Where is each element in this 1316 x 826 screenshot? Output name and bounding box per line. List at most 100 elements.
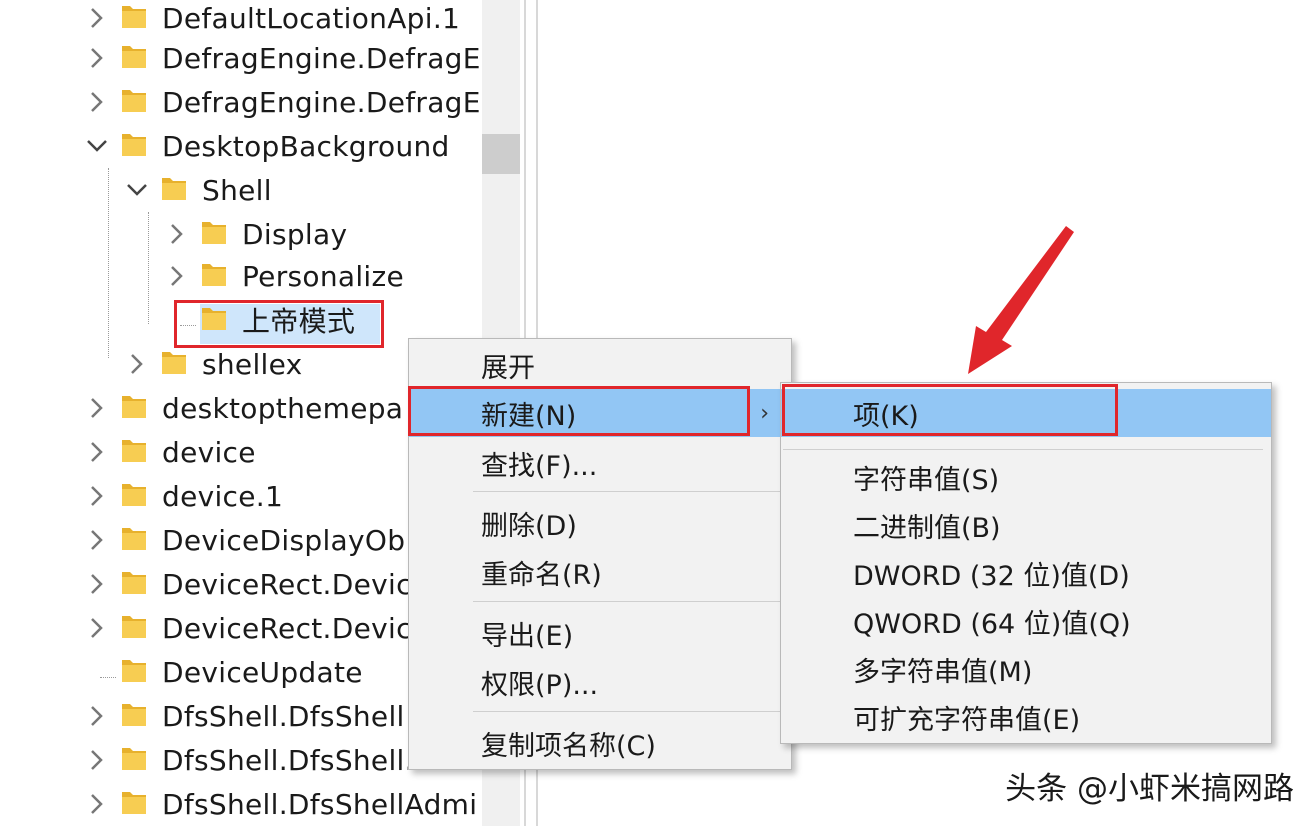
- tree-node[interactable]: desktopthemepa: [84, 386, 403, 430]
- folder-icon: [110, 522, 162, 559]
- submenu-item-qword-value[interactable]: QWORD (64 位)值(Q): [781, 597, 1271, 645]
- tree-node[interactable]: DefaultLocationApi.1: [84, 0, 460, 40]
- tree-node-label: DfsShell.DfsShellAdmi: [162, 787, 478, 821]
- folder-icon: [110, 0, 162, 37]
- tree-node-label: desktopthemepa: [162, 391, 404, 425]
- chevron-right-icon[interactable]: [84, 474, 110, 518]
- chevron-right-icon[interactable]: [84, 782, 110, 826]
- folder-icon: [110, 698, 162, 735]
- menu-item-permissions[interactable]: 权限(P)...: [409, 658, 791, 706]
- tree-node-label: 上帝模式: [242, 305, 356, 338]
- tree-node-label: DefaultLocationApi.1: [162, 1, 461, 35]
- tree-node[interactable]: device: [84, 430, 256, 474]
- folder-icon: [110, 434, 162, 471]
- menu-item-label: 项(K): [853, 400, 919, 432]
- chevron-down-icon[interactable]: [84, 124, 110, 168]
- chevron-right-icon[interactable]: [84, 0, 110, 40]
- submenu-item-string-value[interactable]: 字符串值(S): [781, 453, 1271, 501]
- menu-item-label: 权限(P)...: [481, 669, 599, 701]
- tree-node[interactable]: DefragEngine.DefragE: [84, 36, 481, 80]
- folder-icon: [110, 610, 162, 647]
- chevron-right-icon[interactable]: [84, 80, 110, 124]
- new-submenu: 项(K) 字符串值(S) 二进制值(B) DWORD (32 位)值(D) QW…: [780, 382, 1272, 744]
- menu-item-export[interactable]: 导出(E): [409, 609, 791, 657]
- context-menu: 展开 新建(N) › 查找(F)... 删除(D) 重命名(R) 导出(E) 权…: [408, 338, 792, 770]
- menu-item-label: 查找(F)...: [481, 450, 598, 482]
- chevron-right-icon[interactable]: [84, 738, 110, 782]
- menu-item-label: DWORD (32 位)值(D): [853, 560, 1130, 592]
- chevron-right-icon[interactable]: [84, 694, 110, 738]
- menu-item-rename[interactable]: 重命名(R): [409, 548, 791, 596]
- menu-item-copy-key-name[interactable]: 复制项名称(C): [409, 719, 791, 767]
- menu-item-label: 重命名(R): [481, 559, 602, 591]
- folder-icon: [110, 40, 162, 77]
- folder-icon: [110, 742, 162, 779]
- menu-item-expand[interactable]: 展开: [409, 341, 791, 389]
- chevron-down-icon[interactable]: [124, 168, 150, 212]
- submenu-arrow-icon: ›: [760, 400, 769, 426]
- tree-node[interactable]: DeviceUpdate: [84, 650, 363, 694]
- folder-icon: [110, 390, 162, 427]
- chevron-right-icon[interactable]: [84, 430, 110, 474]
- tree-node[interactable]: shellex: [124, 342, 303, 386]
- menu-item-find[interactable]: 查找(F)...: [409, 439, 791, 487]
- tree-connector: [84, 650, 110, 694]
- tree-node[interactable]: Display: [164, 212, 347, 256]
- tree-guide-line: [148, 212, 149, 324]
- tree-node-label: Shell: [202, 173, 272, 207]
- chevron-right-icon[interactable]: [124, 342, 150, 386]
- tree-node[interactable]: DesktopBackground: [84, 124, 450, 168]
- chevron-right-icon[interactable]: [84, 36, 110, 80]
- folder-icon: [190, 216, 242, 253]
- watermark: 头条 @小虾米搞网路: [1005, 771, 1294, 807]
- chevron-right-icon[interactable]: [84, 386, 110, 430]
- menu-item-label: 复制项名称(C): [481, 730, 656, 762]
- tree-node[interactable]: DeviceRect.Devic: [84, 606, 412, 650]
- tree-node[interactable]: DeviceDisplayOb: [84, 518, 405, 562]
- tree-node-label: DfsShell.DfsShell: [162, 699, 405, 733]
- annotation-arrow-icon: [968, 226, 1074, 374]
- tree-node-label: DesktopBackground: [162, 129, 450, 163]
- tree-node-label: DeviceUpdate: [162, 655, 363, 689]
- tree-guide-line: [108, 168, 109, 358]
- chevron-right-icon[interactable]: [84, 562, 110, 606]
- menu-item-new[interactable]: 新建(N) ›: [409, 389, 791, 437]
- submenu-item-binary-value[interactable]: 二进制值(B): [781, 501, 1271, 549]
- tree-node[interactable]: Shell: [124, 168, 272, 212]
- folder-icon: [110, 654, 162, 691]
- menu-separator: [783, 449, 1263, 450]
- chevron-right-icon[interactable]: [84, 606, 110, 650]
- tree-node-label: device: [162, 435, 256, 469]
- tree-node[interactable]: DfsShell.DfsShell.: [84, 738, 414, 782]
- submenu-item-dword-value[interactable]: DWORD (32 位)值(D): [781, 549, 1271, 597]
- chevron-right-icon[interactable]: [84, 518, 110, 562]
- tree-node[interactable]: Personalize: [164, 254, 404, 298]
- tree-node-label: shellex: [202, 347, 303, 381]
- tree-node[interactable]: DeviceRect.Devic: [84, 562, 412, 606]
- submenu-item-key[interactable]: 项(K): [781, 389, 1271, 437]
- menu-separator: [473, 711, 783, 712]
- tree-node-label: Display: [242, 217, 348, 251]
- chevron-right-icon[interactable]: [164, 212, 190, 256]
- tree-node-label: DeviceRect.Devic: [162, 611, 412, 645]
- tree-scrollbar-thumb[interactable]: [482, 134, 520, 174]
- menu-item-delete[interactable]: 删除(D): [409, 499, 791, 547]
- tree-node[interactable]: DefragEngine.DefragE: [84, 80, 481, 124]
- tree-node[interactable]: device.1: [84, 474, 283, 518]
- chevron-right-icon[interactable]: [164, 254, 190, 298]
- folder-icon: [190, 302, 242, 339]
- menu-item-label: 二进制值(B): [853, 512, 1001, 544]
- tree-node[interactable]: DfsShell.DfsShell: [84, 694, 405, 738]
- submenu-item-multi-string-value[interactable]: 多字符串值(M): [781, 645, 1271, 693]
- folder-icon: [110, 786, 162, 823]
- menu-item-label: 多字符串值(M): [853, 656, 1033, 688]
- menu-separator: [473, 491, 783, 492]
- tree-node[interactable]: DfsShell.DfsShellAdmi: [84, 782, 477, 826]
- tree-connector: [164, 298, 190, 342]
- tree-node[interactable]: 上帝模式: [164, 298, 355, 342]
- tree-node-label: Personalize: [242, 259, 405, 293]
- folder-icon: [190, 258, 242, 295]
- folder-icon: [150, 172, 202, 209]
- folder-icon: [150, 346, 202, 383]
- submenu-item-expandable-string-value[interactable]: 可扩充字符串值(E): [781, 693, 1271, 741]
